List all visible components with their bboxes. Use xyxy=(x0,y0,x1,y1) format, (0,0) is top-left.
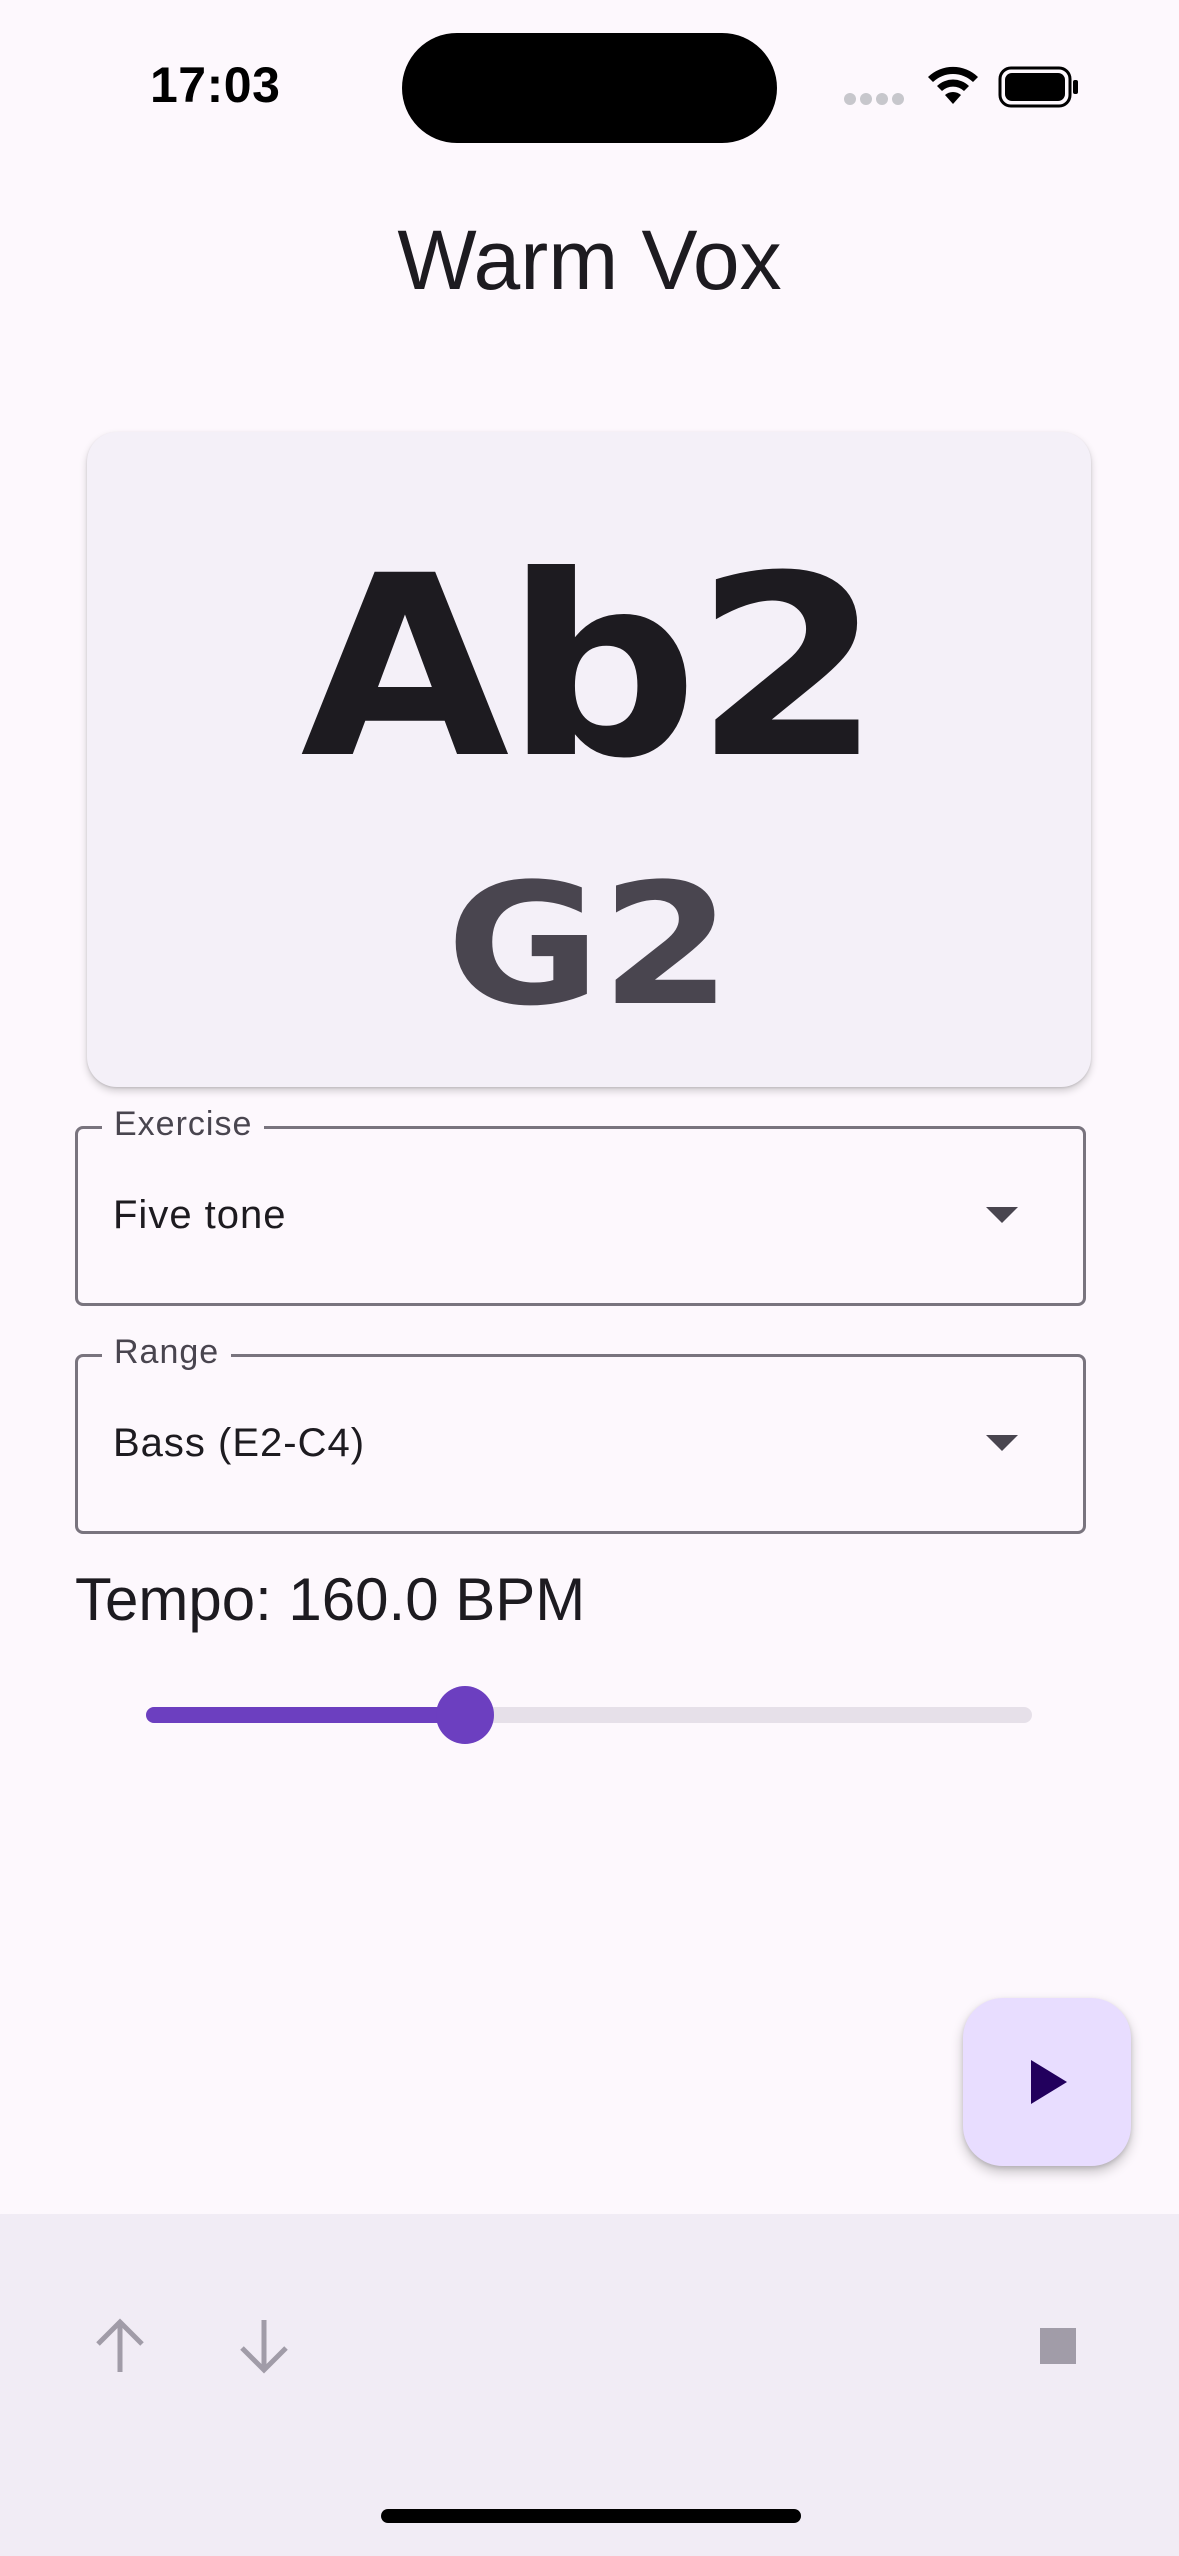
range-dropdown[interactable]: Range Bass (E2-C4) xyxy=(75,1333,1086,1534)
app-screen: 17:03 Warm Vox Ab2 G2 Exercise Five tone… xyxy=(0,0,1179,2556)
tempo-slider-thumb[interactable] xyxy=(435,1686,494,1744)
battery-icon xyxy=(998,66,1078,108)
exercise-label: Exercise xyxy=(102,1105,265,1144)
wifi-icon xyxy=(928,66,978,104)
arrow-down-icon xyxy=(240,2320,288,2374)
signal-icon xyxy=(844,93,904,105)
app-title: Warm Vox xyxy=(397,213,782,307)
current-note: Ab2 xyxy=(300,522,881,813)
status-time: 17:03 xyxy=(150,57,281,113)
transpose-down-button[interactable] xyxy=(228,2310,300,2382)
tempo-label: Tempo: 160.0 BPM xyxy=(75,1566,586,1633)
play-icon xyxy=(1031,2060,1067,2104)
note-display-card: Ab2 G2 xyxy=(87,432,1091,1087)
home-indicator xyxy=(381,2509,801,2523)
next-note: G2 xyxy=(446,847,732,1043)
bottom-app-bar xyxy=(0,2214,1179,2556)
play-button[interactable] xyxy=(963,1998,1131,2166)
stop-icon xyxy=(1040,2328,1076,2364)
transpose-up-button[interactable] xyxy=(84,2310,156,2382)
dropdown-arrow-icon xyxy=(986,1435,1018,1451)
range-value: Bass (E2-C4) xyxy=(113,1421,366,1465)
stop-button[interactable] xyxy=(1022,2310,1094,2382)
exercise-dropdown[interactable]: Exercise Five tone xyxy=(75,1105,1086,1306)
dynamic-island xyxy=(402,33,777,143)
dropdown-arrow-icon xyxy=(986,1207,1018,1223)
exercise-value: Five tone xyxy=(113,1193,287,1237)
tempo-slider-active xyxy=(146,1707,465,1723)
range-label: Range xyxy=(102,1333,232,1372)
tempo-slider-track[interactable] xyxy=(146,1707,1032,1723)
arrow-up-icon xyxy=(96,2318,144,2372)
